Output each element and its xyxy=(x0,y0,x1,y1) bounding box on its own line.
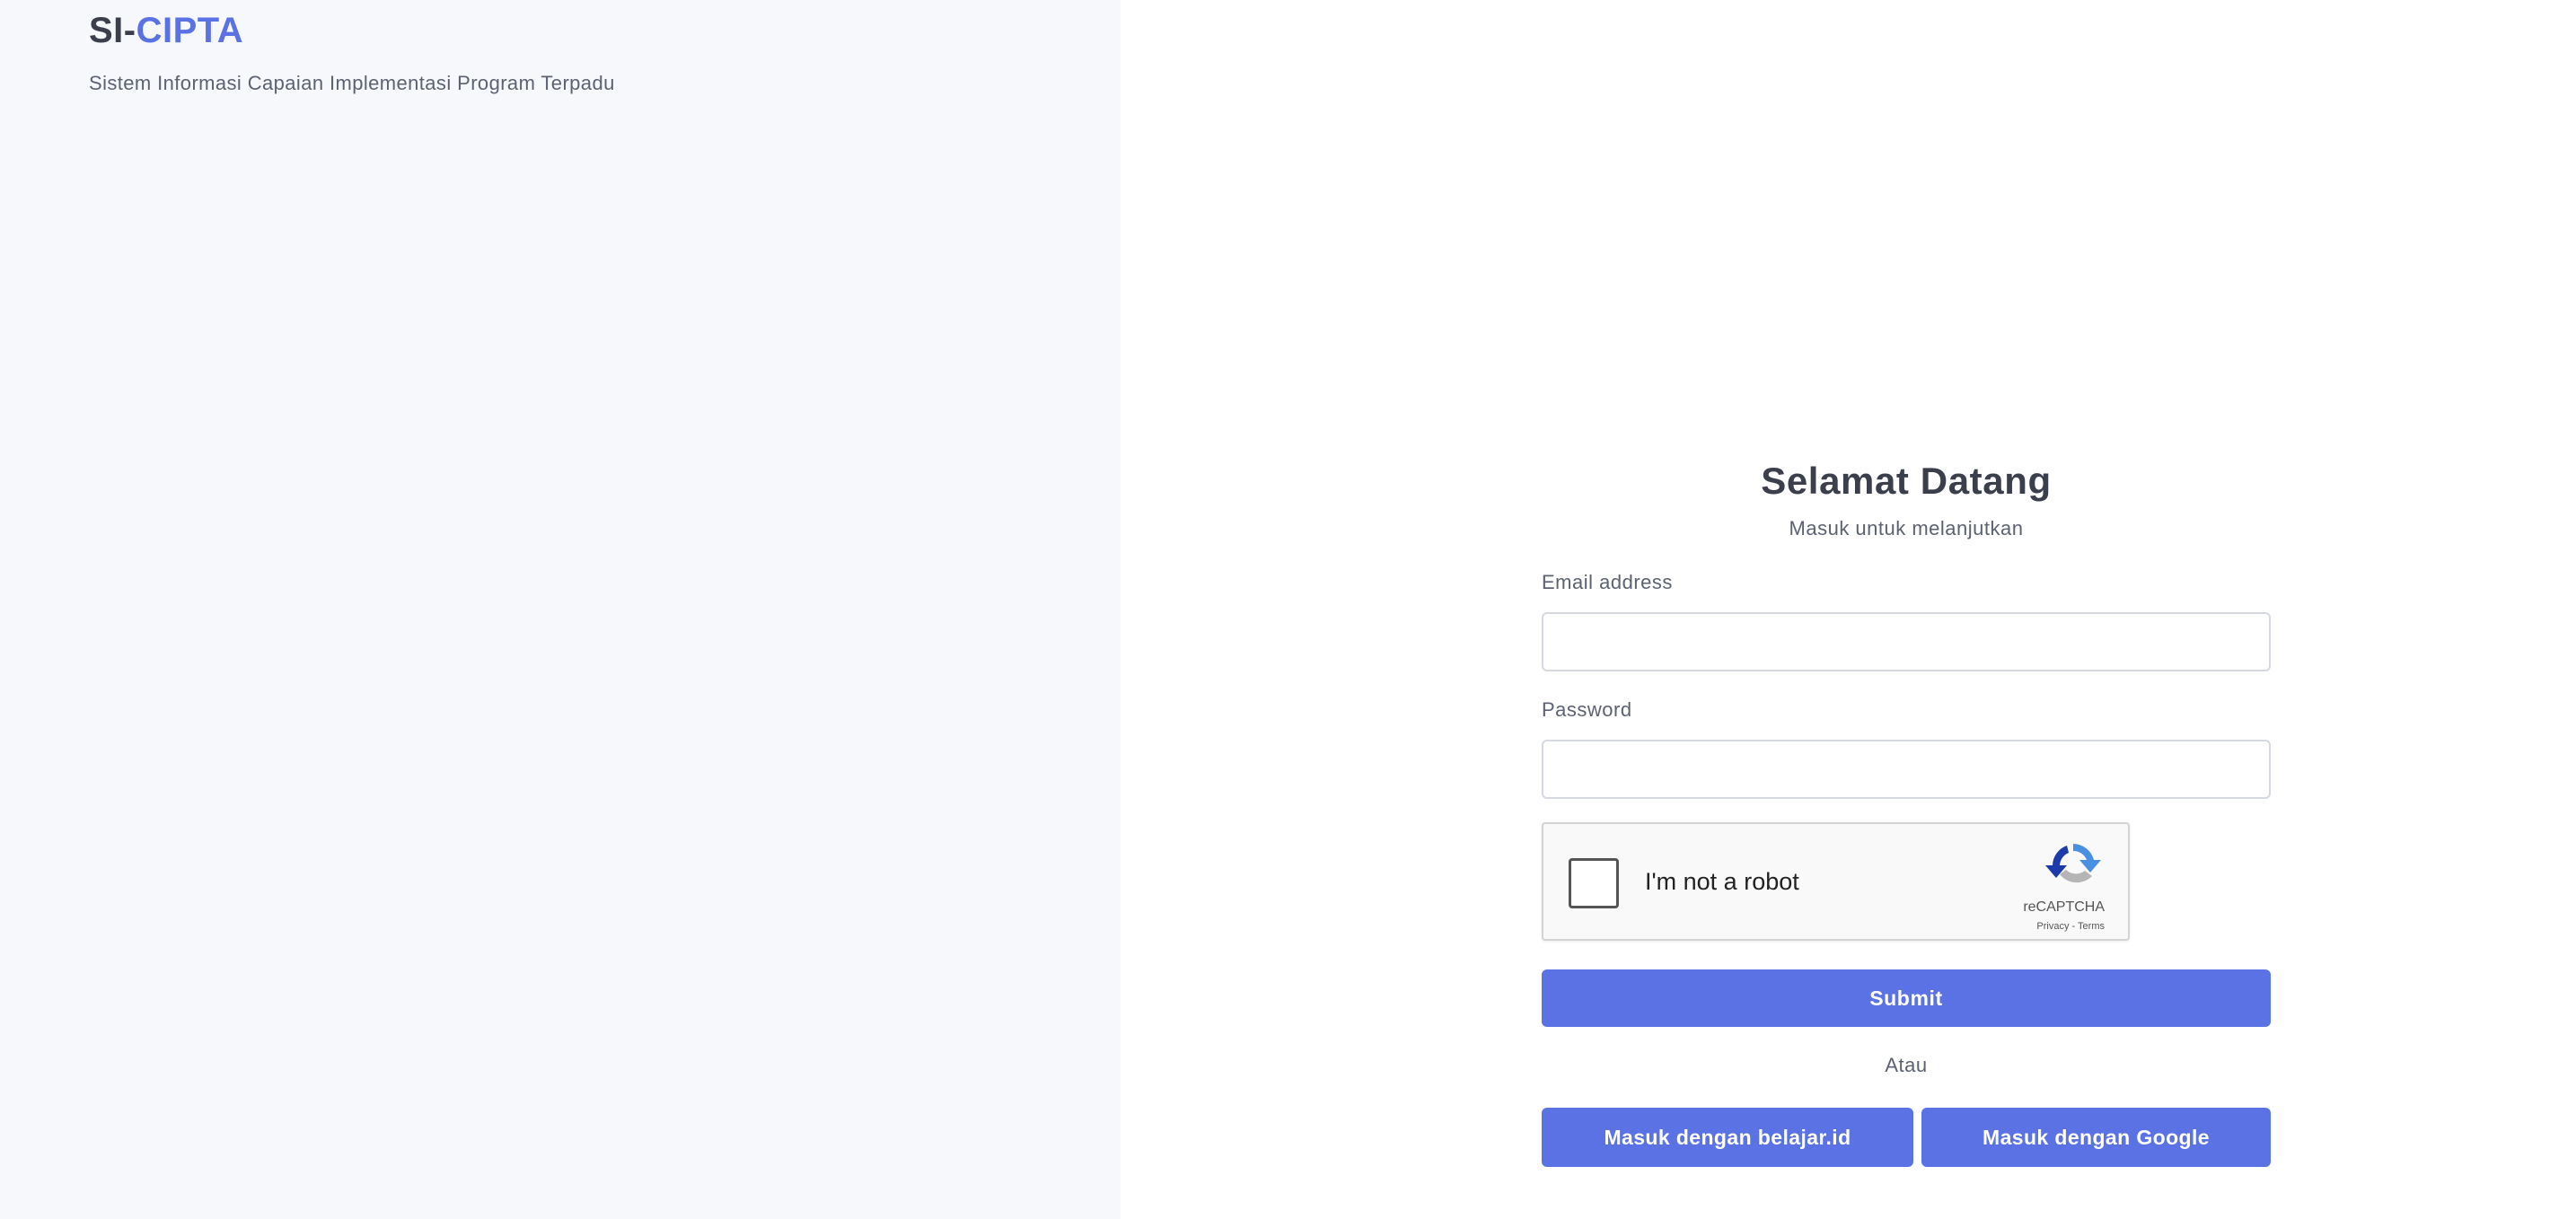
app-tagline: Sistem Informasi Capaian Implementasi Pr… xyxy=(89,72,615,94)
logo-accent: CIPTA xyxy=(136,11,244,50)
recaptcha-icon xyxy=(2045,844,2101,883)
email-label: Email address xyxy=(1542,571,1673,593)
recaptcha-terms-link[interactable]: Privacy - Terms xyxy=(2036,921,2105,932)
recaptcha-widget: I'm not a robot reCAPTCHA Privacy - Term… xyxy=(1542,822,2130,941)
password-label: Password xyxy=(1542,698,1632,721)
recaptcha-brand: reCAPTCHA xyxy=(2023,899,2105,915)
submit-button[interactable]: Submit xyxy=(1542,969,2271,1027)
email-field[interactable] xyxy=(1542,612,2271,671)
login-page: SI-CIPTA Sistem Informasi Capaian Implem… xyxy=(0,0,2576,1219)
login-form: Selamat Datang Masuk untuk melanjutkan E… xyxy=(1542,456,2271,1167)
welcome-title: Selamat Datang xyxy=(1761,460,2052,502)
login-belajar-id-button[interactable]: Masuk dengan belajar.id xyxy=(1542,1108,1913,1167)
app-logo: SI-CIPTA xyxy=(89,11,243,51)
logo-prefix: SI- xyxy=(89,11,136,50)
password-field[interactable] xyxy=(1542,740,2271,799)
sso-buttons: Masuk dengan belajar.id Masuk dengan Goo… xyxy=(1542,1108,2271,1167)
welcome-subtitle: Masuk untuk melanjutkan xyxy=(1789,517,2024,539)
login-google-button[interactable]: Masuk dengan Google xyxy=(1921,1108,2271,1167)
recaptcha-label: I'm not a robot xyxy=(1645,868,1799,895)
brand-panel: SI-CIPTA Sistem Informasi Capaian Implem… xyxy=(0,0,1121,1219)
recaptcha-checkbox[interactable] xyxy=(1569,858,1619,908)
divider-or: Atau xyxy=(1885,1054,1928,1076)
